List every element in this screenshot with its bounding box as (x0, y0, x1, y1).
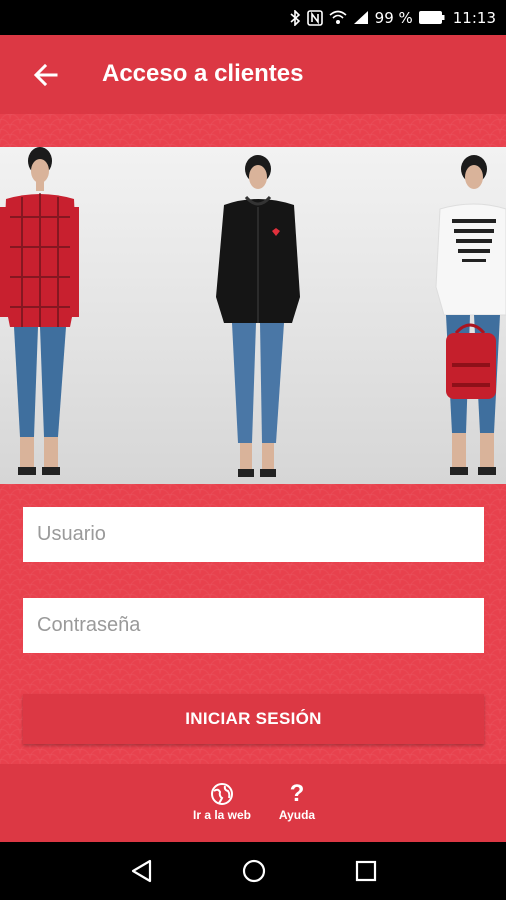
help-label: Ayuda (278, 808, 316, 822)
clock: 11:13 (452, 8, 496, 27)
visit-website-button[interactable]: Ir a la web (190, 780, 254, 822)
model-black-hoodie (216, 155, 300, 477)
nfc-icon (306, 9, 323, 26)
recents-square-icon[interactable] (352, 857, 380, 885)
footer-bar: Ir a la web ? Ayuda (0, 764, 506, 842)
home-circle-icon[interactable] (240, 857, 268, 885)
battery-icon (418, 11, 445, 24)
hero-image (0, 147, 506, 484)
back-triangle-icon[interactable] (128, 857, 156, 885)
signal-icon (353, 10, 369, 25)
question-mark-icon: ? (289, 780, 305, 807)
page-title: Acceso a clientes (102, 60, 304, 87)
app-bar: Acceso a clientes (0, 35, 506, 114)
globe-icon (210, 780, 234, 808)
login-button[interactable]: INICIAR SESIÓN (23, 694, 484, 744)
status-bar: 99 % 11:13 (0, 0, 506, 35)
help-button[interactable]: ? Ayuda (272, 780, 322, 822)
wifi-icon (329, 10, 347, 25)
visit-website-label: Ir a la web (192, 808, 252, 822)
navigation-bar (0, 842, 506, 900)
model-white-sweater (435, 155, 506, 475)
model-plaid-shirt (0, 147, 79, 475)
back-arrow-icon[interactable] (32, 61, 60, 89)
pattern-strip (0, 114, 506, 147)
password-input[interactable] (23, 598, 484, 653)
username-input[interactable] (23, 507, 484, 562)
battery-percent: 99 % (374, 8, 413, 27)
bluetooth-icon (289, 9, 301, 26)
